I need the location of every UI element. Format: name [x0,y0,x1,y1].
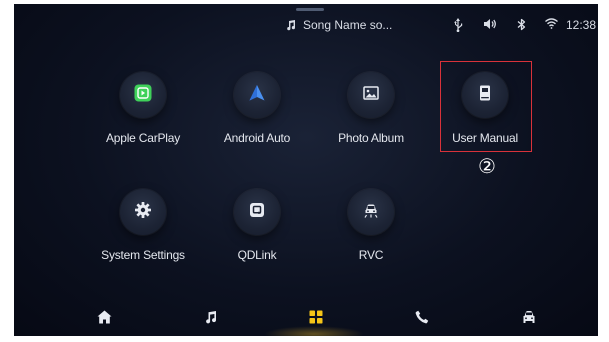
clock: 12:38 [566,18,597,32]
callout-highlight-box [440,61,532,152]
app-label: RVC [358,248,384,262]
car-icon[interactable] [519,307,539,327]
gear-icon [134,201,152,224]
volume-icon [483,18,497,30]
app-icon-tile [120,72,166,118]
now-playing[interactable]: Song Name so... [286,18,392,32]
callout-marker: ② [478,154,496,178]
status-bar: Song Name so... 12:38 [14,16,598,38]
app-rvc[interactable]: RVC [311,189,431,262]
qdlink-icon [249,202,265,223]
now-playing-title: Song Name so... [303,18,393,32]
app-label: Photo Album [338,131,404,145]
wifi-icon [545,18,558,29]
app-label: Apple CarPlay [105,131,181,145]
active-glow [264,326,364,336]
app-label: Android Auto [223,131,291,145]
app-label: QDLink [237,248,277,262]
app-photo-album[interactable]: Photo Album [311,72,431,145]
phone-icon[interactable] [412,307,432,327]
bluetooth-icon [517,18,526,31]
usb-icon [453,18,463,32]
rear-camera-icon [362,201,380,224]
head-unit-screen: Song Name so... 12:38 Apple CarPlay Andr… [14,4,598,336]
home-icon[interactable] [94,307,114,327]
app-icon-tile [348,72,394,118]
app-icon-tile [234,189,280,235]
carplay-icon [134,84,152,107]
app-apple-carplay[interactable]: Apple CarPlay [83,72,203,145]
pull-down-handle[interactable] [296,8,324,11]
app-android-auto[interactable]: Android Auto [197,72,317,145]
app-qdlink[interactable]: QDLink [197,189,317,262]
app-icon-tile [234,72,280,118]
app-icon-tile [120,189,166,235]
music-icon[interactable] [201,307,221,327]
music-note-icon [286,19,296,31]
app-label: System Settings [101,248,185,262]
apps-grid-icon[interactable] [306,307,326,327]
android-auto-icon [248,84,266,107]
photo-icon [363,85,379,105]
bottom-dock [14,298,598,336]
app-icon-tile [348,189,394,235]
app-system-settings[interactable]: System Settings [83,189,203,262]
